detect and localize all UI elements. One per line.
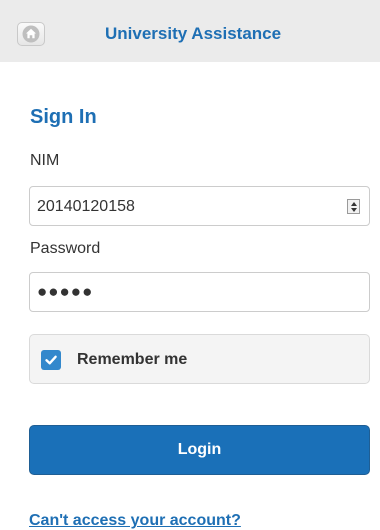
nim-field[interactable]: 20140120158 bbox=[29, 186, 370, 226]
password-field[interactable]: ●●●●● bbox=[29, 272, 370, 312]
account-help-link[interactable]: Can't access your account? bbox=[29, 511, 241, 530]
check-icon bbox=[45, 355, 57, 365]
password-value: ●●●●● bbox=[37, 282, 94, 301]
spinner-down-icon[interactable] bbox=[351, 208, 357, 212]
remember-me-toggle[interactable]: Remember me bbox=[29, 334, 370, 384]
page-title: Sign In bbox=[30, 106, 97, 128]
number-spinner[interactable] bbox=[347, 199, 360, 214]
remember-checkbox[interactable] bbox=[41, 350, 61, 370]
password-label: Password bbox=[30, 240, 101, 257]
nim-label: NIM bbox=[30, 152, 60, 169]
remember-label: Remember me bbox=[77, 351, 188, 368]
header-bar: University Assistance bbox=[0, 0, 380, 62]
home-button[interactable] bbox=[17, 22, 45, 46]
app-title: University Assistance bbox=[105, 24, 282, 43]
spinner-up-icon[interactable] bbox=[351, 202, 357, 206]
login-button[interactable]: Login bbox=[29, 425, 370, 475]
nim-value: 20140120158 bbox=[37, 198, 135, 215]
home-icon bbox=[22, 25, 40, 43]
